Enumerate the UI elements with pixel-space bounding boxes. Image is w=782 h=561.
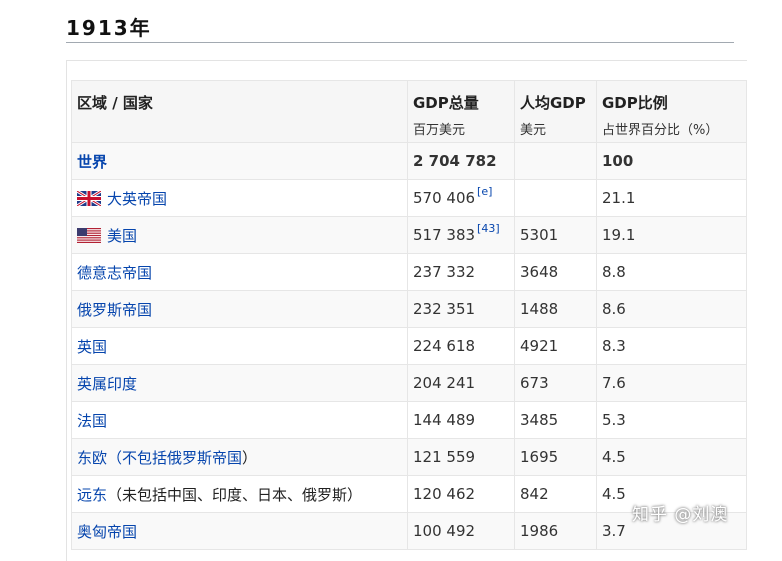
watermark: 知乎 @刘澳 [632, 505, 729, 525]
gdp-total-cell: 121 559 [407, 438, 515, 476]
header-region[interactable]: 区域 / 国家 [71, 80, 408, 143]
table-row: 东欧（不包括俄罗斯帝国） 121 559 1695 4.5 [71, 438, 747, 476]
gdp-total-cell: 120 462 [407, 475, 515, 513]
gdp-per-capita-cell: 3485 [514, 401, 597, 439]
gdp-total-cell: 237 332 [407, 253, 515, 291]
region-link[interactable]: 大英帝国 [107, 190, 167, 208]
region-link[interactable]: 德意志帝国 [77, 264, 152, 282]
gdp-share-cell: 21.1 [596, 179, 747, 217]
gdp-share-cell: 7.6 [596, 364, 747, 402]
region-text: ） [242, 448, 258, 467]
region-link[interactable]: 世界 [77, 153, 107, 171]
header-gdp-total[interactable]: GDP总量 百万美元 [407, 80, 515, 143]
gdp-total-cell: 2 704 782 [407, 142, 515, 180]
gdp-share-cell: 19.1 [596, 216, 747, 254]
region-link[interactable]: 法国 [77, 412, 107, 430]
gdp-share-cell: 5.3 [596, 401, 747, 439]
table-row: 世界 2 704 782 100 [71, 142, 747, 180]
gdp-share-cell: 8.8 [596, 253, 747, 291]
region-text: （未包括中国、印度、日本、俄罗斯） [107, 485, 363, 504]
gdp-per-capita-cell: 842 [514, 475, 597, 513]
table-row: 英属印度 204 241 673 7.6 [71, 364, 747, 402]
gdp-share-cell: 100 [596, 142, 747, 180]
reference-link[interactable]: [43] [477, 222, 500, 235]
table-row: 大英帝国 570 406 [e] 21.1 [71, 179, 747, 217]
gdp-table: 区域 / 国家 GDP总量 百万美元 人均GDP 美元 GDP比例 占世界百分比（%）… [71, 80, 747, 550]
section-heading: 1913年 [66, 14, 734, 43]
table-row: 英国 224 618 4921 8.3 [71, 327, 747, 365]
table-row: 德意志帝国 237 332 3648 8.8 [71, 253, 747, 291]
region-link-far-east[interactable]: 远东 [77, 486, 107, 504]
gdp-share-cell: 8.3 [596, 327, 747, 365]
us-flag-icon [77, 227, 101, 243]
region-link[interactable]: 美国 [107, 227, 137, 245]
gdp-per-capita-cell: 1488 [514, 290, 597, 328]
gdp-per-capita-cell: 1695 [514, 438, 597, 476]
gdp-per-capita-cell: 4921 [514, 327, 597, 365]
gdp-total-cell: 232 351 [407, 290, 515, 328]
gdp-total-cell: 570 406 [e] [407, 179, 515, 217]
gdp-total-cell: 144 489 [407, 401, 515, 439]
region-link-eastern-europe[interactable]: 东欧（不包括 [77, 449, 167, 467]
gdp-total-cell: 204 241 [407, 364, 515, 402]
gdp-total-cell: 224 618 [407, 327, 515, 365]
table-row: 俄罗斯帝国 232 351 1488 8.6 [71, 290, 747, 328]
gdp-per-capita-cell [514, 179, 597, 217]
union-jack-flag-icon [77, 190, 101, 206]
gdp-per-capita-cell: 5301 [514, 216, 597, 254]
region-link[interactable]: 英属印度 [77, 375, 137, 393]
gdp-per-capita-cell: 673 [514, 364, 597, 402]
region-link[interactable]: 奥匈帝国 [77, 523, 137, 541]
table-row: 美国 517 383 [43] 5301 19.1 [71, 216, 747, 254]
region-link[interactable]: 英国 [77, 338, 107, 356]
header-gdp-share[interactable]: GDP比例 占世界百分比（%） [596, 80, 747, 143]
gdp-total-cell: 517 383 [43] [407, 216, 515, 254]
gdp-share-cell: 8.6 [596, 290, 747, 328]
gdp-share-cell: 4.5 [596, 438, 747, 476]
region-link[interactable]: 俄罗斯帝国 [77, 301, 152, 319]
region-link-russian-empire[interactable]: 俄罗斯帝国 [167, 449, 242, 467]
gdp-per-capita-cell [514, 142, 597, 180]
table-row: 法国 144 489 3485 5.3 [71, 401, 747, 439]
table-header-row: 区域 / 国家 GDP总量 百万美元 人均GDP 美元 GDP比例 占世界百分比（%） [71, 80, 747, 143]
reference-link[interactable]: [e] [477, 185, 492, 198]
header-gdp-per-capita[interactable]: 人均GDP 美元 [514, 80, 597, 143]
gdp-per-capita-cell: 3648 [514, 253, 597, 291]
